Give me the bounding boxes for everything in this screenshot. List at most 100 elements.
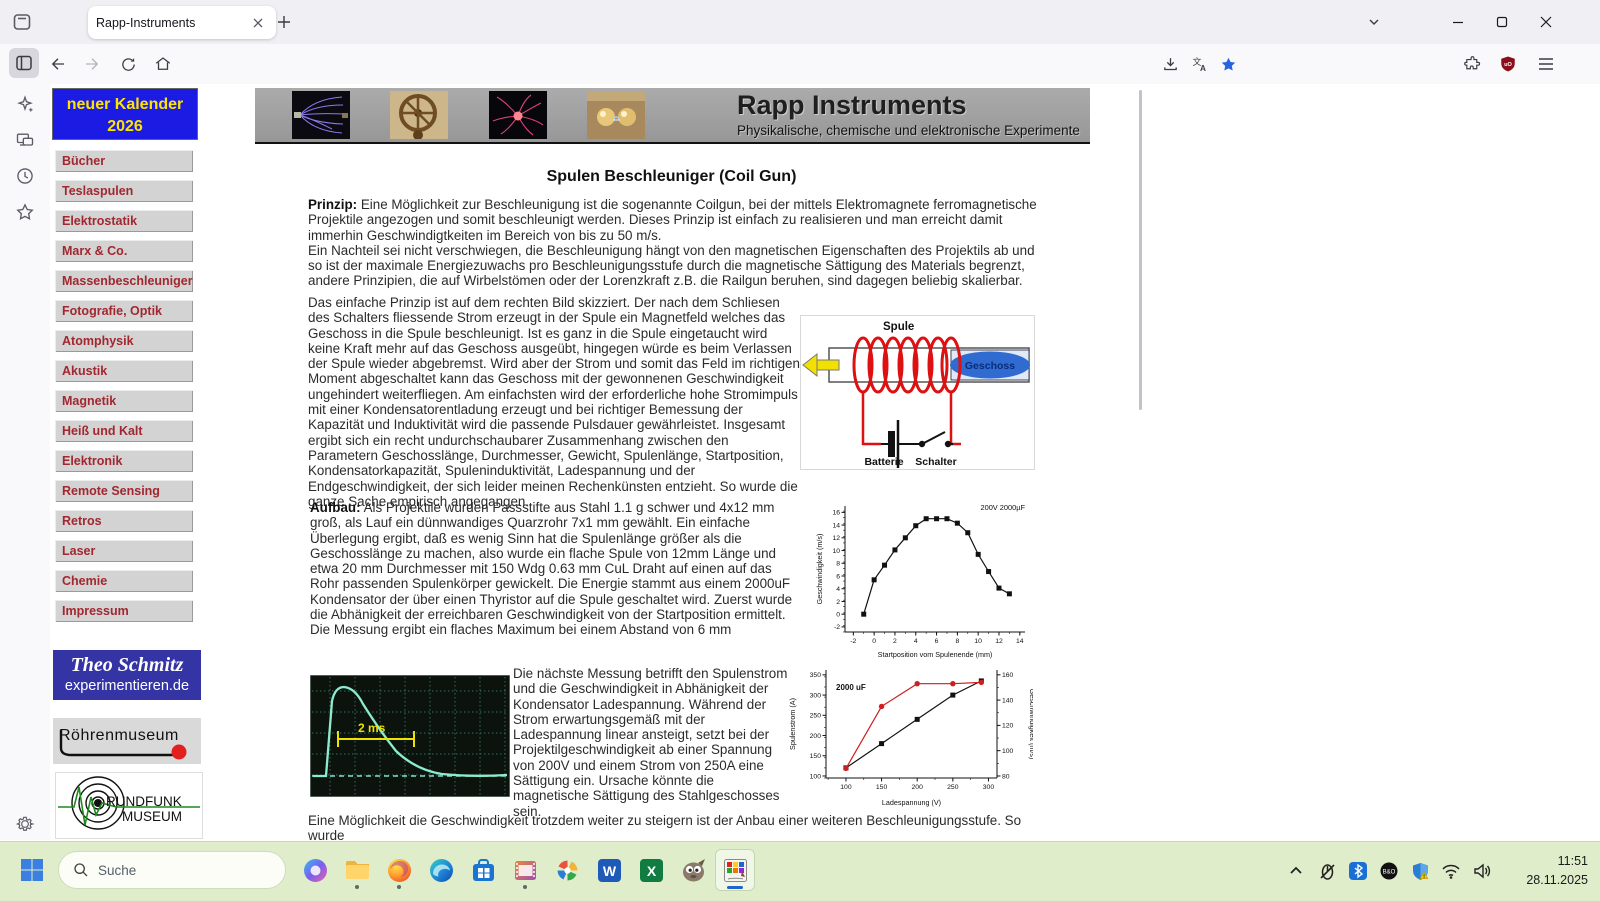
new-tab-button[interactable] <box>272 10 296 34</box>
svg-text:80: 80 <box>1002 773 1010 780</box>
roehrenmuseum-logo[interactable]: Röhrenmuseum <box>53 718 201 764</box>
site-nav-item[interactable]: Impressum <box>55 600 193 622</box>
site-nav-item[interactable]: Magnetik <box>55 390 193 412</box>
site-nav-item[interactable]: Remote Sensing <box>55 480 193 502</box>
diagram-spule-label: Spule <box>883 321 914 333</box>
site-nav-item[interactable]: Elektronik <box>55 450 193 472</box>
taskbar-paint-button[interactable] <box>715 849 755 891</box>
taskbar-firefox-button[interactable] <box>379 849 419 891</box>
extensions-puzzle-icon[interactable] <box>1460 52 1484 76</box>
svg-text:12: 12 <box>832 535 840 542</box>
clock-date: 28.11.2025 <box>1526 871 1588 890</box>
svg-text:6: 6 <box>935 638 939 645</box>
tray-expand-icon[interactable] <box>1282 854 1310 888</box>
bookmarks-star-icon[interactable] <box>9 196 41 228</box>
site-nav-item[interactable]: Teslaspulen <box>55 180 193 202</box>
back-icon[interactable] <box>46 52 70 76</box>
site-nav-item[interactable]: Chemie <box>55 570 193 592</box>
site-nav-item[interactable]: Retros <box>55 510 193 532</box>
site-nav-item[interactable]: Fotografie, Optik <box>55 300 193 322</box>
theo-line1: Theo Schmitz <box>53 654 201 677</box>
site-nav-item[interactable]: Laser <box>55 540 193 562</box>
firefox-icon <box>386 857 413 884</box>
tab-close-icon[interactable] <box>248 13 268 33</box>
taskbar-store-button[interactable] <box>463 849 503 891</box>
svg-text:0: 0 <box>836 611 840 618</box>
rundfunkmuseum-logo[interactable]: RUNDFUNK MUSEUM <box>55 772 203 839</box>
word-icon: W <box>596 857 623 884</box>
firefox-view-icon[interactable] <box>10 10 34 34</box>
forward-icon[interactable] <box>80 52 104 76</box>
taskbar-movies-button[interactable] <box>505 849 545 891</box>
roehren-label: Röhrenmuseum <box>59 727 179 744</box>
coilgun-diagram: Spule Geschoss Batterie Schalter <box>800 315 1035 470</box>
site-nav-item[interactable]: Massenbeschleuniger <box>55 270 193 292</box>
browser-tab[interactable]: Rapp-Instruments <box>88 6 276 39</box>
mouse-disabled-icon[interactable] <box>1313 854 1341 888</box>
gear-mechanism-photo <box>390 91 448 139</box>
site-nav-item[interactable]: Akustik <box>55 360 193 382</box>
diagram-schalter-label: Schalter <box>915 456 956 468</box>
theo-schmitz-banner[interactable]: Theo Schmitz experimentieren.de <box>53 650 201 700</box>
sidebar-toggle-icon[interactable] <box>9 48 39 78</box>
svg-text:0: 0 <box>872 638 876 645</box>
rundfunk-line1: RUNDFUNK <box>106 794 182 809</box>
translate-icon[interactable]: 文A <box>1188 52 1212 76</box>
explorer-icon <box>344 857 371 884</box>
site-header-banner: Rapp Instruments Physikalische, chemisch… <box>255 88 1090 144</box>
list-tabs-chevron-icon[interactable] <box>1362 10 1386 34</box>
svg-text:300: 300 <box>810 692 822 699</box>
svg-text:100: 100 <box>1002 748 1014 755</box>
reload-icon[interactable] <box>116 52 140 76</box>
window-maximize-button[interactable] <box>1486 6 1518 38</box>
security-warning-icon[interactable] <box>1406 854 1434 888</box>
bluetooth-icon[interactable] <box>1344 854 1372 888</box>
bookmark-star-icon[interactable] <box>1216 52 1240 76</box>
svg-text:-2: -2 <box>850 638 856 645</box>
home-icon[interactable] <box>151 52 175 76</box>
windows-logo-icon <box>19 857 45 883</box>
paragraph-weitere-stufe: Eine Möglichkeit die Geschwindigkeit tro… <box>308 813 1042 840</box>
menu-hamburger-icon[interactable] <box>1534 52 1558 76</box>
shared-screens-icon[interactable] <box>9 124 41 156</box>
start-button[interactable] <box>12 849 52 891</box>
svg-text:Spulenstrom (A): Spulenstrom (A) <box>788 698 797 750</box>
taskbar-clock[interactable]: 11:51 28.11.2025 <box>1526 852 1588 890</box>
window-close-button[interactable] <box>1530 6 1562 38</box>
settings-gear-icon[interactable] <box>9 808 41 840</box>
kalender-line1: neuer Kalender <box>53 94 197 116</box>
kalender-banner[interactable]: neuer Kalender 2026 <box>52 88 198 140</box>
taskbar-excel-button[interactable]: X <box>631 849 671 891</box>
svg-text:4: 4 <box>836 586 840 593</box>
taskbar-copilot-button[interactable] <box>295 849 335 891</box>
svg-text:250: 250 <box>810 713 822 720</box>
site-nav-item[interactable]: Elektrostatik <box>55 210 193 232</box>
taskbar-search-box[interactable]: Suche <box>58 851 286 889</box>
article-title: Spulen Beschleuniger (Coil Gun) <box>308 168 1035 186</box>
svg-text:150: 150 <box>810 753 822 760</box>
svg-text:16: 16 <box>832 510 840 517</box>
site-nav-item[interactable]: Bücher <box>55 150 193 172</box>
clock-time: 11:51 <box>1526 852 1588 871</box>
taskbar-photos-button[interactable] <box>547 849 587 891</box>
download-icon[interactable] <box>1158 52 1182 76</box>
ai-sparkle-icon[interactable] <box>9 88 41 120</box>
site-nav-item[interactable]: Marx & Co. <box>55 240 193 262</box>
taskbar-gimp-button[interactable] <box>673 849 713 891</box>
svg-text:2: 2 <box>836 599 840 606</box>
taskbar-word-button[interactable]: W <box>589 849 629 891</box>
diagram-batterie-label: Batterie <box>864 456 903 468</box>
taskbar-explorer-button[interactable] <box>337 849 377 891</box>
taskbar-edge-button[interactable] <box>421 849 461 891</box>
window-minimize-button[interactable] <box>1442 6 1474 38</box>
site-nav-item[interactable]: Atomphysik <box>55 330 193 352</box>
bang-olufsen-icon[interactable]: B&O <box>1375 854 1403 888</box>
page-scrollbar-thumb[interactable] <box>1139 90 1142 410</box>
volume-icon[interactable] <box>1468 854 1496 888</box>
ublock-origin-icon[interactable]: uO <box>1496 52 1520 76</box>
history-clock-icon[interactable] <box>9 160 41 192</box>
wifi-icon[interactable] <box>1437 854 1465 888</box>
site-title: Rapp Instruments <box>737 90 967 121</box>
site-nav-item[interactable]: Heiß und Kalt <box>55 420 193 442</box>
svg-text:14: 14 <box>1016 638 1024 645</box>
